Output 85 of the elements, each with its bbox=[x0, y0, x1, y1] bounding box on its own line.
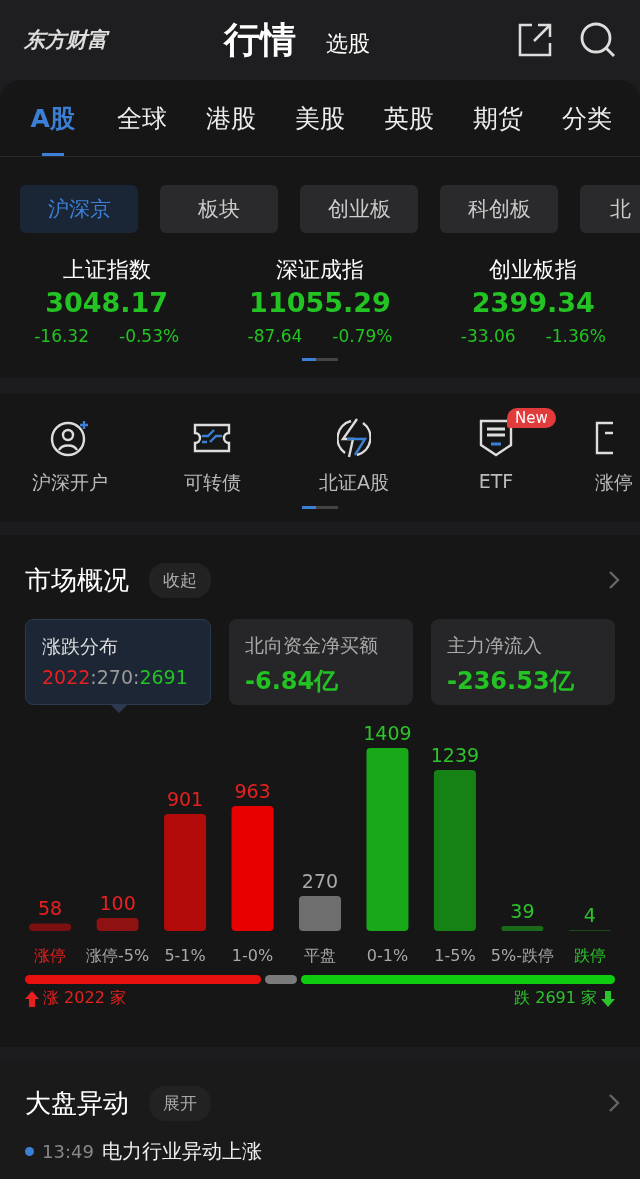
app-logo: 东方财富 bbox=[24, 27, 111, 54]
category-label: 5%-跌停 bbox=[490, 946, 554, 963]
chevron-right-icon[interactable] bbox=[608, 1093, 620, 1113]
category-label: 平盘 bbox=[304, 946, 336, 963]
bar-value: 901 bbox=[166, 788, 204, 810]
index-name[interactable]: 创业板指 bbox=[489, 255, 578, 285]
market-tab[interactable]: 美股 bbox=[275, 94, 365, 156]
index-value: 2399.34 bbox=[471, 287, 595, 318]
page-indicator bbox=[302, 358, 338, 361]
index-value: 3048.17 bbox=[45, 287, 169, 318]
ticket-icon bbox=[193, 423, 231, 453]
market-tab[interactable]: 全球 bbox=[97, 94, 187, 156]
chevron-right-icon[interactable] bbox=[608, 570, 620, 590]
page-title[interactable]: 行情 bbox=[224, 15, 296, 65]
index-percent: -1.36% bbox=[545, 326, 606, 346]
section-title: 市场概况 bbox=[25, 563, 129, 597]
shortcut-button[interactable]: 北证A股 bbox=[319, 416, 389, 496]
chart-bar bbox=[29, 923, 72, 931]
shortcut-button[interactable]: 涨停 bbox=[595, 416, 633, 496]
shortcut-button[interactable]: 可转债 bbox=[183, 416, 241, 496]
market-tab[interactable]: 分类 bbox=[542, 94, 632, 156]
index-value: 11055.29 bbox=[249, 287, 391, 318]
event-text[interactable]: 电力行业异动上涨 bbox=[101, 1138, 262, 1165]
filter-chip[interactable]: 科创板 bbox=[440, 185, 558, 233]
shortcut-button[interactable]: 沪深开户 bbox=[32, 416, 108, 496]
stat-value: -6.84亿 bbox=[245, 666, 339, 697]
index-change: -16.32 bbox=[34, 326, 89, 346]
bar-value: 4 bbox=[583, 904, 596, 926]
bar-value: 58 bbox=[38, 897, 63, 920]
share-icon[interactable] bbox=[518, 23, 552, 57]
index-change: -33.06 bbox=[460, 326, 516, 346]
bar-value: 1239 bbox=[430, 744, 480, 767]
stat-card[interactable]: 北向资金净买额 -6.84亿 bbox=[229, 619, 413, 705]
category-label: 1-5% bbox=[434, 946, 476, 963]
stat-value: 2022:270:2691 bbox=[42, 666, 188, 688]
search-icon[interactable] bbox=[580, 22, 616, 58]
index-name[interactable]: 深证成指 bbox=[276, 255, 364, 285]
index-percent: -0.53% bbox=[119, 326, 180, 346]
breadth-segment bbox=[265, 975, 297, 984]
filter-chip[interactable]: 北 bbox=[580, 185, 640, 233]
index-change: -87.64 bbox=[247, 326, 303, 346]
stat-value: -236.53亿 bbox=[447, 666, 574, 697]
bar-value: 1409 bbox=[363, 723, 412, 744]
chart-bar bbox=[299, 895, 341, 931]
section-title: 大盘异动 bbox=[25, 1086, 129, 1120]
shield-icon bbox=[479, 419, 513, 457]
stat-title: 北向资金净买额 bbox=[245, 633, 378, 658]
event-time: 13:49 bbox=[42, 1141, 94, 1162]
expand-button[interactable]: 展开 bbox=[149, 1085, 211, 1121]
category-label: 1-0% bbox=[231, 946, 274, 963]
page-indicator bbox=[302, 506, 338, 509]
category-label: 5-1% bbox=[164, 946, 206, 963]
page-tab[interactable]: 选股 bbox=[326, 29, 370, 59]
decliners-count: 跌 2691 家 bbox=[514, 988, 597, 1009]
stat-title: 涨跌分布 bbox=[42, 634, 118, 659]
collapse-button[interactable]: 收起 bbox=[149, 562, 211, 598]
bar-value: 39 bbox=[510, 899, 535, 922]
category-label: 跌停 bbox=[573, 946, 606, 963]
bar-value: 963 bbox=[234, 779, 271, 802]
filter-chip[interactable]: 创业板 bbox=[300, 185, 418, 233]
category-label: 涨停 bbox=[34, 946, 67, 963]
chart-bar bbox=[96, 918, 139, 931]
market-tab[interactable]: 英股 bbox=[364, 94, 454, 156]
stat-card[interactable]: 主力净流入 -236.53亿 bbox=[431, 619, 615, 705]
index-percent: -0.79% bbox=[332, 326, 393, 346]
bar-value: 100 bbox=[99, 892, 136, 914]
advancers-count: 涨 2022 家 bbox=[43, 988, 126, 1009]
filter-chip[interactable]: 板块 bbox=[160, 185, 278, 233]
bolt-icon bbox=[337, 417, 371, 459]
bullet-dot bbox=[25, 1147, 34, 1156]
new-badge: New bbox=[507, 408, 556, 428]
up-arrow-icon bbox=[25, 990, 39, 1007]
market-tab[interactable]: 期货 bbox=[453, 94, 543, 156]
board-icon bbox=[595, 421, 613, 455]
category-label: 0-1% bbox=[366, 946, 409, 963]
chart-bar bbox=[501, 925, 544, 931]
stat-title: 主力净流入 bbox=[447, 633, 542, 658]
bar-value: 270 bbox=[301, 869, 339, 892]
index-name[interactable]: 上证指数 bbox=[62, 255, 151, 285]
add-user-icon bbox=[50, 419, 90, 457]
filter-chip[interactable]: 沪深京 bbox=[20, 185, 138, 233]
market-tab[interactable]: 港股 bbox=[186, 94, 276, 156]
category-label: 涨停-5% bbox=[86, 946, 150, 963]
down-arrow-icon bbox=[601, 990, 615, 1007]
market-tab[interactable]: A股 bbox=[8, 94, 98, 156]
